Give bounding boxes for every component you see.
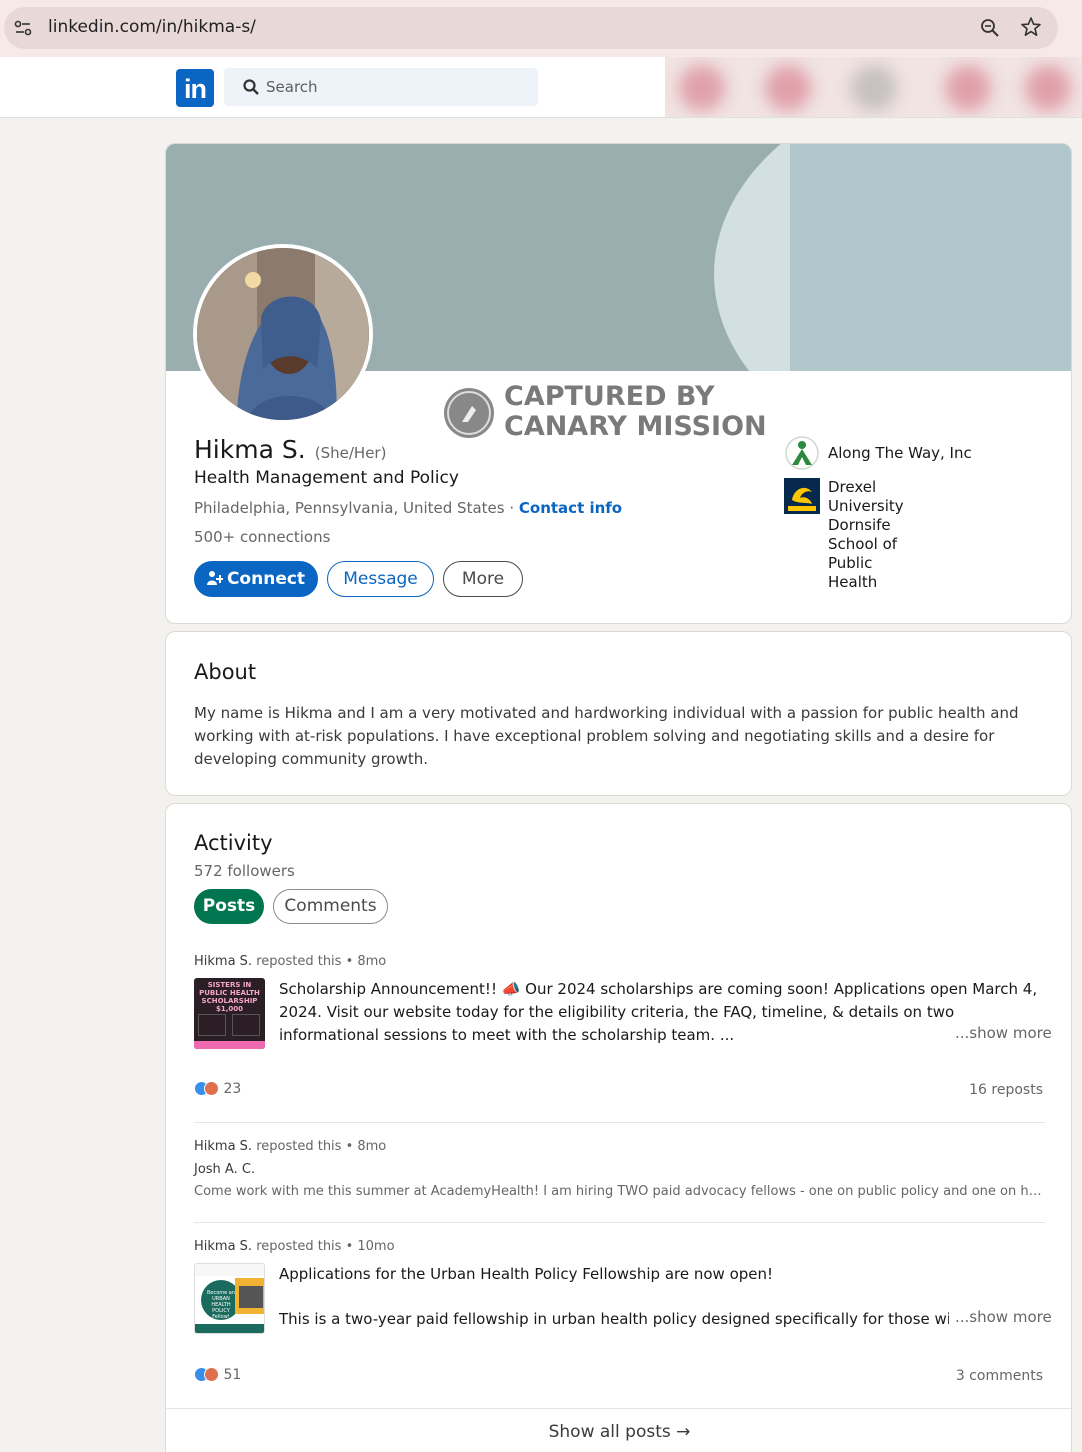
tab-posts[interactable]: Posts xyxy=(194,889,264,924)
search-input[interactable] xyxy=(266,68,526,106)
reactions-count[interactable]: 51 xyxy=(194,1367,241,1383)
bookmark-star-icon[interactable] xyxy=(1020,16,1042,38)
drexel-logo-icon xyxy=(784,478,820,514)
post-meta: Hikma S. reposted this • 8mo xyxy=(194,1139,386,1154)
more-button[interactable]: More xyxy=(443,561,523,597)
search-icon xyxy=(243,79,259,95)
linkedin-header: in xyxy=(0,57,1082,118)
blurred-nav-icon xyxy=(679,65,725,111)
reaction-number: 23 xyxy=(223,1081,242,1097)
cover-right-panel xyxy=(790,144,1071,371)
original-post-author[interactable]: Josh A. C. xyxy=(194,1162,255,1177)
blurred-nav-icon xyxy=(945,65,991,111)
post-meta-text: reposted this • 10mo xyxy=(256,1239,395,1254)
comments-count[interactable]: 3 comments xyxy=(956,1368,1043,1384)
canary-logo-icon xyxy=(444,388,494,438)
profile-headline: Health Management and Policy xyxy=(194,468,459,488)
show-more-link[interactable]: ...show more xyxy=(955,1308,1052,1326)
post-author[interactable]: Hikma S. xyxy=(194,954,252,969)
show-all-posts-button[interactable]: Show all posts → xyxy=(166,1408,1071,1452)
reaction-number: 51 xyxy=(223,1367,242,1383)
blurred-nav-icon xyxy=(851,65,897,111)
profile-pronouns: (She/Her) xyxy=(314,444,387,462)
search-box[interactable] xyxy=(224,68,538,106)
profile-photo-art xyxy=(197,248,369,420)
thumb-graphic xyxy=(195,1324,264,1333)
thumb-graphic xyxy=(239,1286,263,1308)
profile-photo[interactable] xyxy=(193,244,373,424)
post-meta: Hikma S. reposted this • 8mo xyxy=(194,954,386,969)
experience-name: Along The Way, Inc xyxy=(828,444,972,462)
experience-name: Drexel University Dornsife School of Pub… xyxy=(828,478,904,591)
url-text[interactable]: linkedin.com/in/hikma-s/ xyxy=(48,17,256,37)
followers-count: 572 followers xyxy=(194,862,295,880)
about-text: My name is Hikma and I am a very motivat… xyxy=(194,704,1019,768)
post-text-continued[interactable]: This is a two-year paid fellowship in ur… xyxy=(279,1308,949,1331)
site-info-icon[interactable] xyxy=(12,17,34,39)
show-more-link[interactable]: ...show more xyxy=(955,1024,1052,1042)
reactions-count[interactable]: 23 xyxy=(194,1081,241,1097)
contact-info-link[interactable]: Contact info xyxy=(519,499,622,517)
blurred-nav-region xyxy=(665,57,1082,117)
connections-count[interactable]: 500+ connections xyxy=(194,528,330,546)
activity-title: Activity xyxy=(194,831,273,855)
watermark-text: CAPTURED BY CANARY MISSION xyxy=(504,381,767,442)
post-snippet[interactable]: Come work with me this summer at Academy… xyxy=(194,1184,1045,1199)
message-button[interactable]: Message xyxy=(327,561,434,597)
thumb-text: SISTERS IN PUBLIC HEALTH SCHOLARSHIP $1,… xyxy=(199,981,260,1013)
about-card: About My name is Hikma and I am a very m… xyxy=(165,631,1072,796)
location-separator: · xyxy=(504,499,519,517)
love-reaction-icon xyxy=(204,1367,219,1382)
connect-button[interactable]: Connect xyxy=(194,561,318,597)
post-author[interactable]: Hikma S. xyxy=(194,1239,252,1254)
thumb-graphic xyxy=(232,1014,260,1036)
post-meta-text: reposted this • 8mo xyxy=(256,954,387,969)
post-divider xyxy=(194,1222,1045,1223)
reposts-count[interactable]: 16 reposts xyxy=(969,1082,1043,1098)
along-the-way-logo-icon xyxy=(785,436,819,470)
browser-toolbar: linkedin.com/in/hikma-s/ xyxy=(0,0,1082,57)
profile-card: CAPTURED BY CANARY MISSION Hikma S. (She… xyxy=(165,143,1072,624)
post-divider xyxy=(194,1122,1045,1123)
address-bar[interactable]: linkedin.com/in/hikma-s/ xyxy=(4,7,1058,49)
connect-label: Connect xyxy=(226,569,306,589)
post-meta-text: reposted this • 8mo xyxy=(256,1139,387,1154)
blurred-nav-icon xyxy=(1025,65,1071,111)
tab-comments[interactable]: Comments xyxy=(273,889,388,924)
add-person-icon xyxy=(206,571,223,585)
linkedin-logo[interactable]: in xyxy=(176,69,214,107)
post-text[interactable]: Scholarship Announcement!! 📣 Our 2024 sc… xyxy=(279,978,1045,1047)
profile-location-line: Philadelphia, Pennsylvania, United State… xyxy=(194,499,622,517)
thumb-graphic xyxy=(198,1014,226,1036)
about-title: About xyxy=(194,660,257,684)
thumb-graphic xyxy=(194,1041,265,1049)
blurred-nav-icon xyxy=(765,65,811,111)
profile-name: Hikma S. xyxy=(194,435,306,464)
love-reaction-icon xyxy=(204,1081,219,1096)
post-author[interactable]: Hikma S. xyxy=(194,1139,252,1154)
thumb-graphic xyxy=(195,1264,264,1276)
activity-card: Activity 572 followers Posts Comments Hi… xyxy=(165,803,1072,1452)
post-meta: Hikma S. reposted this • 10mo xyxy=(194,1239,395,1254)
post-text[interactable]: Applications for the Urban Health Policy… xyxy=(279,1263,1045,1286)
name-line: Hikma S. (She/Her) xyxy=(194,435,386,464)
thumb-text: Become an URBAN HEALTH POLICY Fellow! xyxy=(206,1290,236,1320)
post-thumbnail-scholarship[interactable]: SISTERS IN PUBLIC HEALTH SCHOLARSHIP $1,… xyxy=(194,978,265,1049)
post-thumbnail-fellowship[interactable]: Become an URBAN HEALTH POLICY Fellow! xyxy=(194,1263,265,1334)
zoom-icon[interactable] xyxy=(979,17,1001,39)
profile-location: Philadelphia, Pennsylvania, United State… xyxy=(194,499,505,517)
